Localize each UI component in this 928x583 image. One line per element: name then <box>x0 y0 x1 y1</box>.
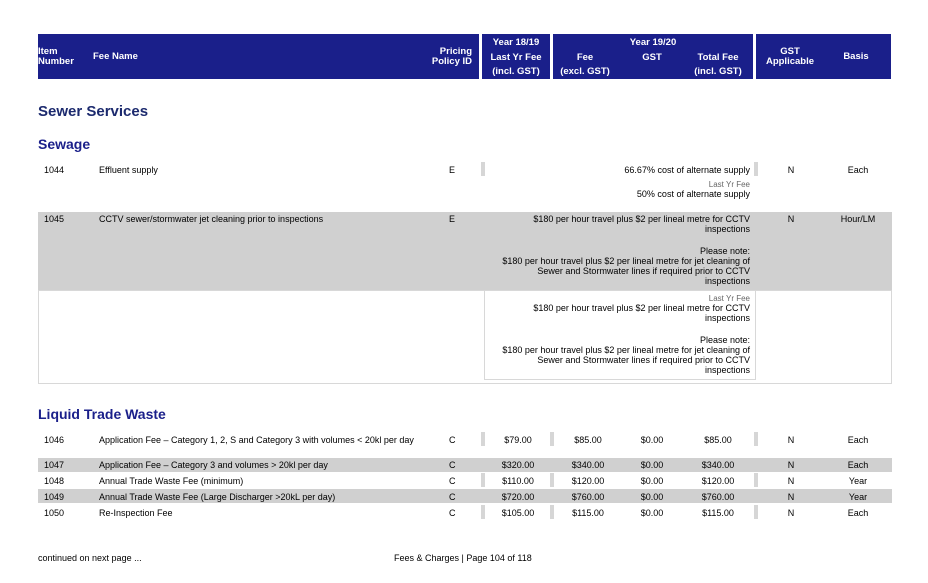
header-total-2: (incl. GST) <box>694 66 742 77</box>
header-gst: GST <box>642 52 662 63</box>
fee-text: 66.67% cost of alternate supply <box>624 165 750 175</box>
gst: $0.00 <box>640 476 664 486</box>
fee-name: Application Fee – Category 3 and volumes… <box>99 460 328 470</box>
basis: Each <box>847 508 869 518</box>
fee: $115.00 <box>572 508 604 518</box>
fee: $760.00 <box>571 492 605 502</box>
header-year-curr: Year 19/20 <box>629 37 677 48</box>
fee-name: Annual Trade Waste Fee (Large Discharger… <box>99 492 336 502</box>
pricing-policy: E <box>449 214 456 224</box>
basis: Year <box>848 476 868 486</box>
fee: $85.00 <box>574 435 602 445</box>
gst-applicable: N <box>787 435 795 445</box>
header-item-number-2: Number <box>38 56 74 67</box>
item-number: 1046 <box>44 435 65 445</box>
pricing-policy: E <box>449 165 456 175</box>
fee: $120.00 <box>571 476 605 486</box>
last-yr-fee: $105.00 <box>501 508 535 518</box>
fee-name: Effluent supply <box>99 165 158 175</box>
item-number: 1049 <box>44 492 65 502</box>
column-separator <box>481 432 485 446</box>
fee: $340.00 <box>571 460 605 470</box>
pricing-policy: C <box>449 476 456 486</box>
basis: Each <box>847 435 869 445</box>
gst: $0.00 <box>640 435 664 445</box>
last-yr-fee: $79.00 <box>504 435 532 445</box>
last-yr-fee: $720.00 <box>501 492 535 502</box>
column-separator <box>481 162 485 176</box>
total-fee: $120.00 <box>701 476 735 486</box>
basis: Hour/LM <box>840 214 876 224</box>
pricing-policy: C <box>449 508 456 518</box>
gst-applicable: N <box>787 492 795 502</box>
header-last-yr-2: (incl. GST) <box>492 66 540 77</box>
column-separator <box>481 473 485 487</box>
last-yr-text: 50% cost of alternate supply <box>636 189 750 199</box>
continued-note: continued on next page ... <box>38 553 142 563</box>
last-yr-fee: $320.00 <box>501 460 535 470</box>
gst-applicable: N <box>787 460 795 470</box>
last-yr-note-label: Please note: <box>699 335 750 345</box>
fee-note: $180 per hour travel plus $2 per lineal … <box>502 256 750 286</box>
header-gst-app-2: Applicable <box>765 56 815 67</box>
item-number: 1048 <box>44 476 65 486</box>
gst-applicable: N <box>787 165 795 175</box>
header-total-1: Total Fee <box>697 52 739 63</box>
header-last-yr-1: Last Yr Fee <box>490 52 542 63</box>
basis: Year <box>848 492 868 502</box>
fee-text: $180 per hour travel plus $2 per lineal … <box>533 214 750 234</box>
header-year-prev: Year 18/19 <box>492 37 540 48</box>
item-number: 1045 <box>44 214 65 224</box>
item-number: 1050 <box>44 508 65 518</box>
basis: Each <box>847 165 869 175</box>
column-separator <box>550 473 554 487</box>
header-fee-name: Fee Name <box>93 51 138 62</box>
gst: $0.00 <box>640 508 664 518</box>
fee-note-label: Please note: <box>699 246 750 256</box>
page-number: Fees & Charges | Page 104 of 118 <box>394 553 532 563</box>
total-fee: $85.00 <box>704 435 732 445</box>
gst: $0.00 <box>640 460 664 470</box>
header-pricing-2: Policy ID <box>431 56 472 67</box>
gst-applicable: N <box>787 508 795 518</box>
column-separator <box>754 162 758 176</box>
last-yr-text: $180 per hour travel plus $2 per lineal … <box>533 303 750 323</box>
section-title: Sewer Services <box>38 103 149 120</box>
last-yr-note: $180 per hour travel plus $2 per lineal … <box>502 345 750 375</box>
fee-name: Annual Trade Waste Fee (minimum) <box>99 476 244 486</box>
gst-applicable: N <box>787 214 795 224</box>
pricing-policy: C <box>449 492 456 502</box>
total-fee: $760.00 <box>701 492 735 502</box>
column-separator <box>550 505 554 519</box>
item-number: 1044 <box>44 165 65 175</box>
gst: $0.00 <box>640 492 664 502</box>
fee-name: CCTV sewer/stormwater jet cleaning prior… <box>99 214 324 224</box>
column-separator <box>754 432 758 446</box>
column-separator <box>550 432 554 446</box>
column-separator <box>754 505 758 519</box>
pricing-policy: C <box>449 460 456 470</box>
header-basis: Basis <box>843 51 869 62</box>
fee-name: Re-Inspection Fee <box>99 508 173 518</box>
total-fee: $115.00 <box>702 508 734 518</box>
header-fee-2: (excl. GST) <box>560 66 610 77</box>
column-separator <box>481 505 485 519</box>
last-yr-detail-box <box>38 290 892 384</box>
item-number: 1047 <box>44 460 65 470</box>
gst-applicable: N <box>787 476 795 486</box>
subsection-title-sewage: Sewage <box>38 136 91 152</box>
fee-name: Application Fee – Category 1, 2, S and C… <box>99 435 414 445</box>
total-fee: $340.00 <box>701 460 735 470</box>
pricing-policy: C <box>449 435 456 445</box>
column-separator <box>754 473 758 487</box>
basis: Each <box>847 460 869 470</box>
header-fee-1: Fee <box>576 52 594 63</box>
subsection-title-liquid-trade-waste: Liquid Trade Waste <box>38 406 166 422</box>
last-yr-fee: $110.00 <box>502 476 534 486</box>
